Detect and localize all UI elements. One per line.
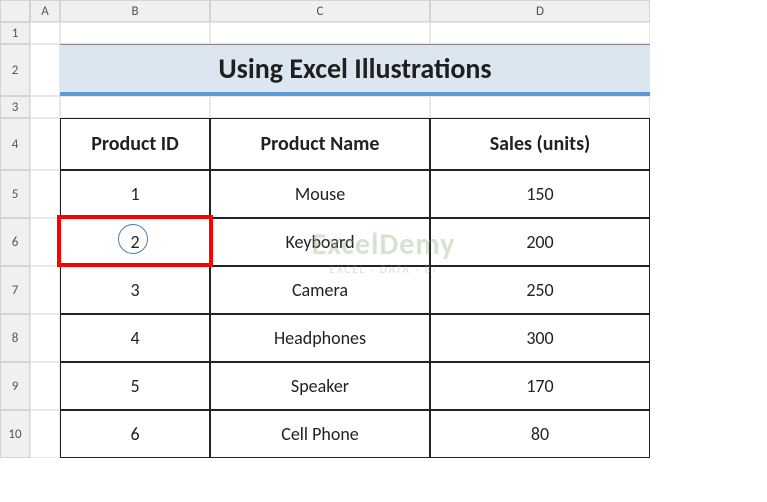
cell-a10[interactable]	[30, 410, 60, 458]
row-header-3[interactable]: 3	[0, 96, 30, 118]
cell-c9[interactable]: Speaker	[210, 362, 430, 410]
cell-b6[interactable]: 2	[60, 218, 210, 266]
cell-a2[interactable]	[30, 44, 60, 96]
cell-a8[interactable]	[30, 314, 60, 362]
cell-a1[interactable]	[30, 22, 60, 44]
cell-d6[interactable]: 200	[430, 218, 650, 266]
col-header-b[interactable]: B	[60, 0, 210, 22]
row-header-1[interactable]: 1	[0, 22, 30, 44]
cell-c8[interactable]: Headphones	[210, 314, 430, 362]
cell-b7[interactable]: 3	[60, 266, 210, 314]
row-header-4[interactable]: 4	[0, 118, 30, 170]
row-header-2[interactable]: 2	[0, 44, 30, 96]
row-header-5[interactable]: 5	[0, 170, 30, 218]
row-header-9[interactable]: 9	[0, 362, 30, 410]
cell-a4[interactable]	[30, 118, 60, 170]
row-header-7[interactable]: 7	[0, 266, 30, 314]
cell-a3[interactable]	[30, 96, 60, 118]
cell-c1[interactable]	[210, 22, 430, 44]
cell-b1[interactable]	[60, 22, 210, 44]
cell-d9[interactable]: 170	[430, 362, 650, 410]
cell-c5[interactable]: Mouse	[210, 170, 430, 218]
cell-d10[interactable]: 80	[430, 410, 650, 458]
cell-c3[interactable]	[210, 96, 430, 118]
cell-a5[interactable]	[30, 170, 60, 218]
cell-b9[interactable]: 5	[60, 362, 210, 410]
col-header-a[interactable]: A	[30, 0, 60, 22]
title-band[interactable]: Using Excel Illustrations	[60, 44, 650, 96]
col-header-c[interactable]: C	[210, 0, 430, 22]
cell-b5[interactable]: 1	[60, 170, 210, 218]
cell-c7[interactable]: Camera	[210, 266, 430, 314]
spreadsheet-grid: A B C D 1 2 Using Excel Illustrations 3 …	[0, 0, 767, 458]
cell-d1[interactable]	[430, 22, 650, 44]
row-header-10[interactable]: 10	[0, 410, 30, 458]
cell-d5[interactable]: 150	[430, 170, 650, 218]
cell-a7[interactable]	[30, 266, 60, 314]
header-sales-units[interactable]: Sales (units)	[430, 118, 650, 170]
cell-a9[interactable]	[30, 362, 60, 410]
header-product-name[interactable]: Product Name	[210, 118, 430, 170]
cell-d7[interactable]: 250	[430, 266, 650, 314]
cell-a6[interactable]	[30, 218, 60, 266]
header-product-id[interactable]: Product ID	[60, 118, 210, 170]
cell-c6[interactable]: Keyboard	[210, 218, 430, 266]
cell-b8[interactable]: 4	[60, 314, 210, 362]
cell-b10[interactable]: 6	[60, 410, 210, 458]
cell-d3[interactable]	[430, 96, 650, 118]
cell-d8[interactable]: 300	[430, 314, 650, 362]
cell-c10[interactable]: Cell Phone	[210, 410, 430, 458]
row-header-8[interactable]: 8	[0, 314, 30, 362]
select-all-corner[interactable]	[0, 0, 30, 22]
col-header-d[interactable]: D	[430, 0, 650, 22]
cell-b3[interactable]	[60, 96, 210, 118]
row-header-6[interactable]: 6	[0, 218, 30, 266]
